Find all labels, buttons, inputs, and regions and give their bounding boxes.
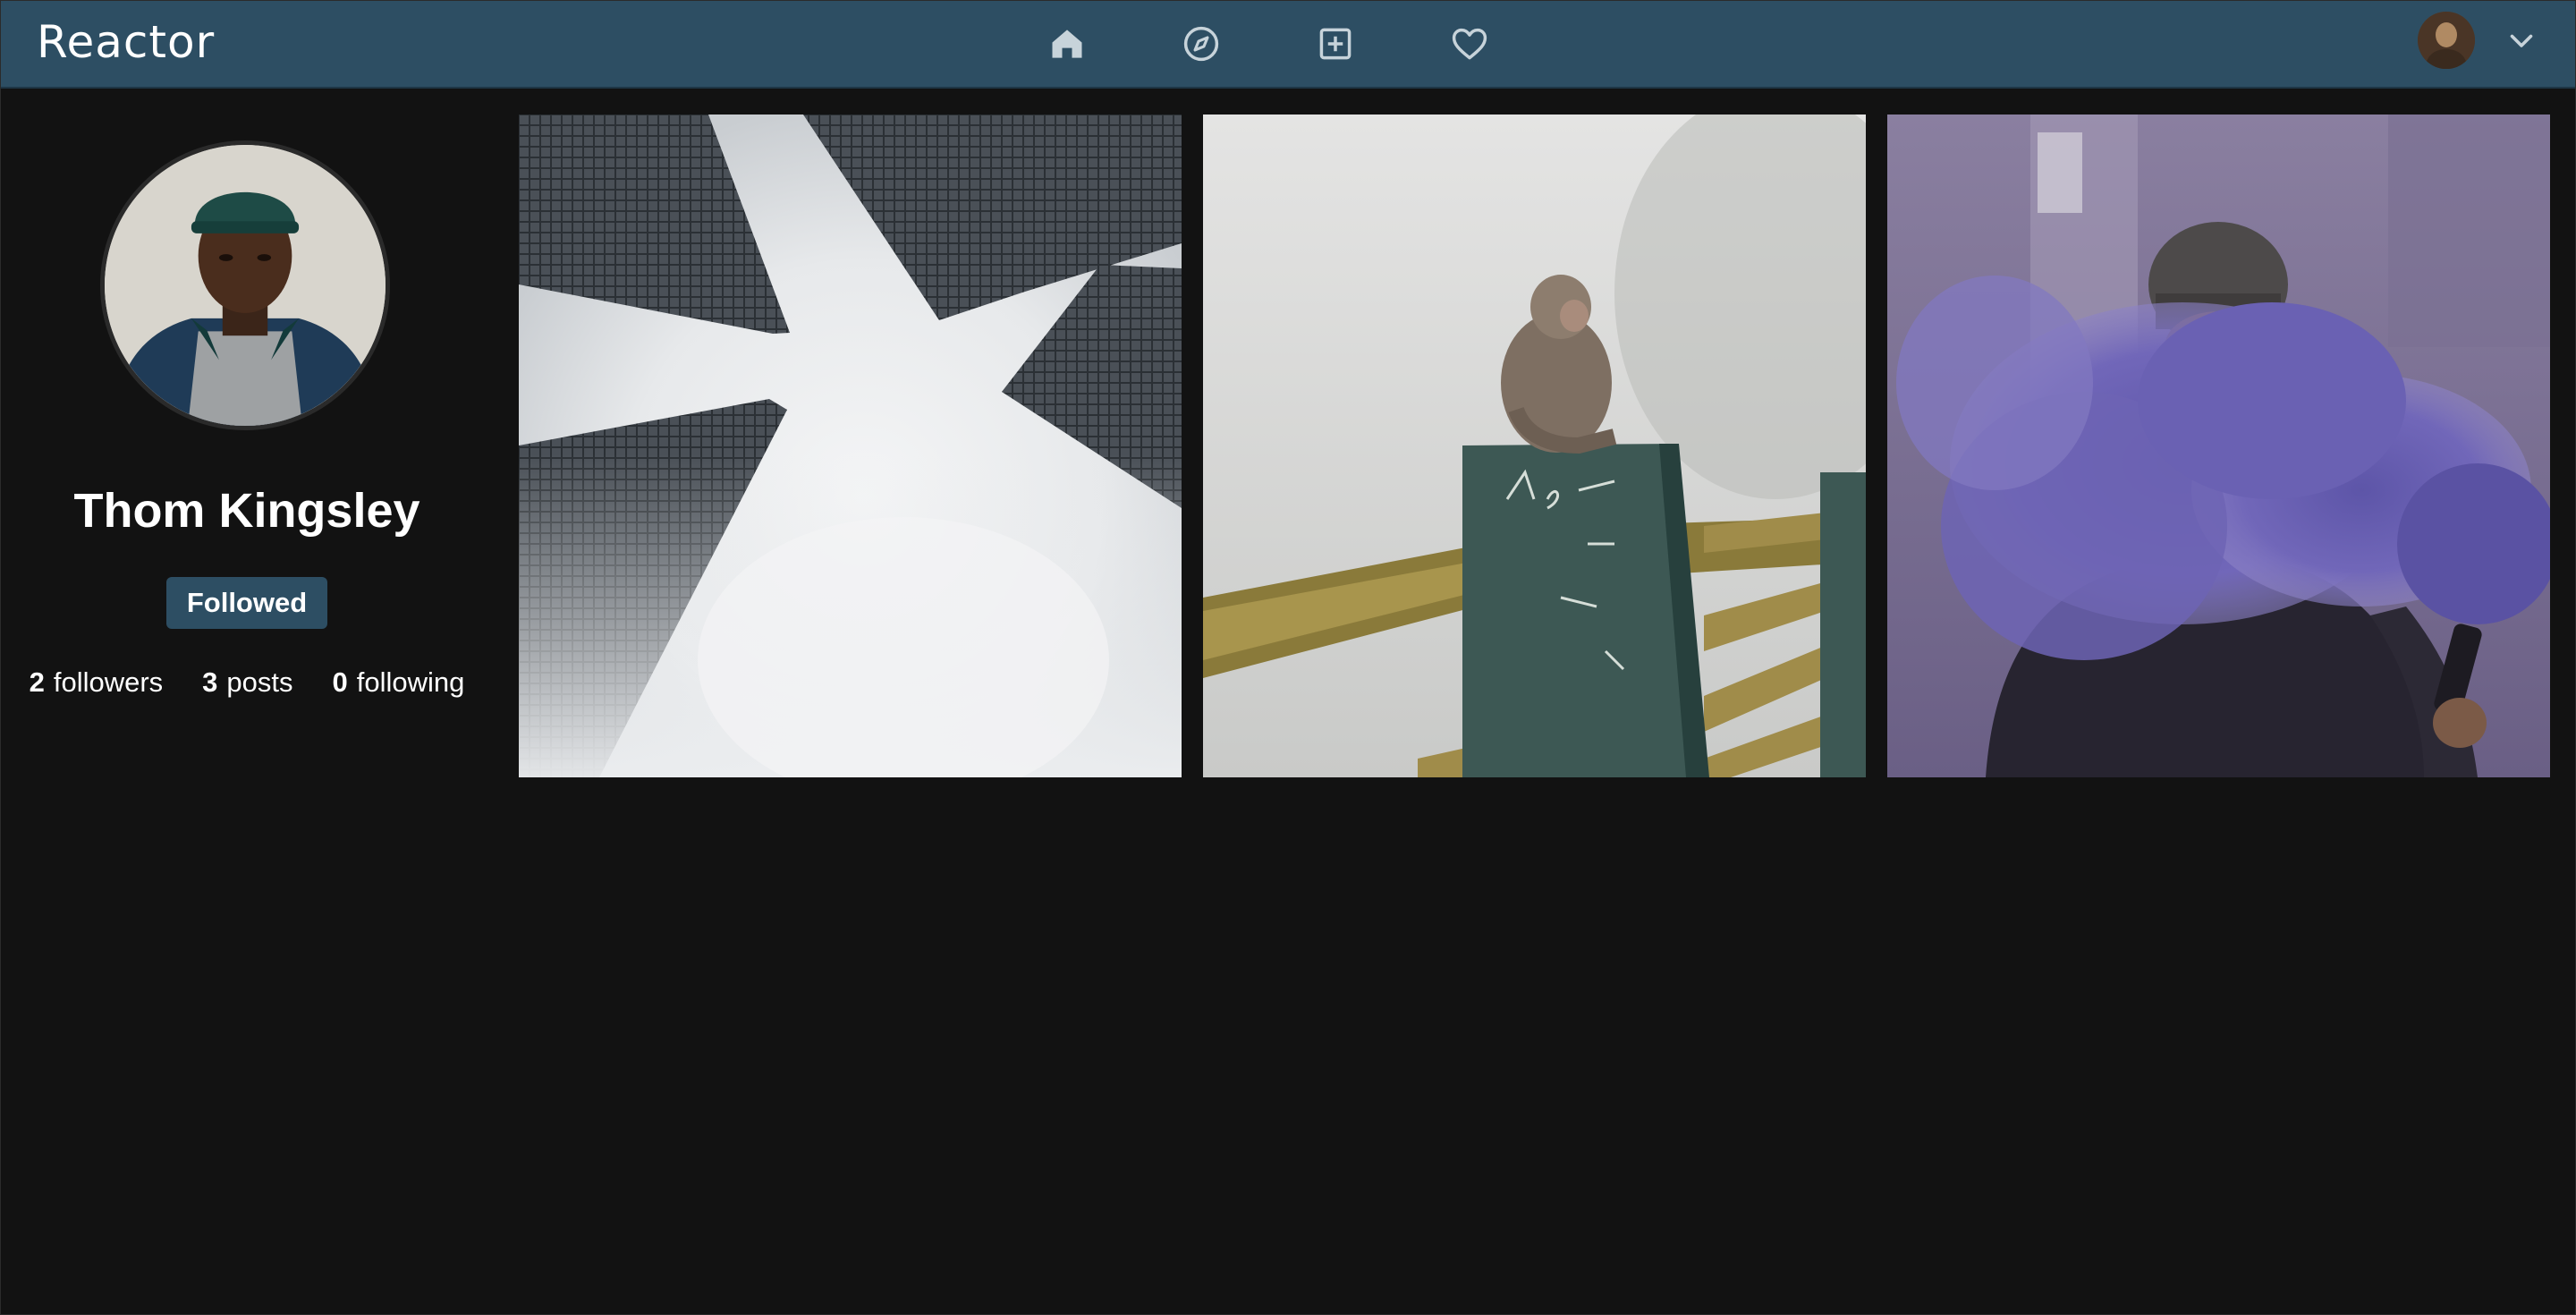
following-stat[interactable]: 0 following — [333, 665, 465, 700]
user-avatar-image — [2418, 12, 2475, 69]
user-menu — [2418, 12, 2538, 69]
add-post-icon — [1319, 28, 1352, 60]
skyscrapers-photo — [519, 115, 1182, 777]
purple-smoke-photo — [1887, 115, 2550, 777]
profile-avatar-image — [105, 145, 386, 426]
profile-stats: 2 followers 3 posts 0 following — [1, 665, 493, 700]
nav-home-button[interactable] — [1042, 19, 1092, 69]
followers-label: followers — [53, 666, 164, 698]
main-nav — [1042, 19, 1495, 69]
follow-button[interactable]: Followed — [166, 577, 327, 629]
home-icon — [1052, 30, 1082, 58]
post-thumbnail[interactable] — [1887, 115, 2550, 777]
current-user-avatar[interactable] — [2418, 12, 2475, 69]
profile-avatar — [100, 140, 390, 430]
profile-page: Reactor Thom Kingsley Followed 2 followe… — [0, 0, 2576, 1315]
nav-new-post-button[interactable] — [1310, 19, 1360, 69]
following-count: 0 — [332, 666, 348, 698]
app-logo[interactable]: Reactor — [37, 13, 215, 71]
nav-explore-button[interactable] — [1176, 19, 1226, 69]
top-navigation-bar: Reactor — [1, 1, 2575, 89]
compass-icon — [1183, 26, 1219, 62]
posts-label: posts — [226, 666, 293, 698]
post-thumbnail[interactable] — [519, 115, 1182, 777]
heart-icon — [1452, 28, 1487, 60]
posts-grid — [519, 115, 2550, 777]
chevron-down-icon[interactable] — [2505, 24, 2538, 56]
followers-stat[interactable]: 2 followers — [30, 665, 164, 700]
profile-name: Thom Kingsley — [73, 484, 420, 538]
posts-count: 3 — [202, 666, 218, 698]
post-thumbnail[interactable] — [1203, 115, 1866, 777]
followers-count: 2 — [29, 666, 45, 698]
monkey-photo — [1203, 115, 1866, 777]
following-label: following — [356, 666, 465, 698]
nav-activity-button[interactable] — [1445, 19, 1495, 69]
posts-stat: 3 posts — [202, 665, 292, 700]
